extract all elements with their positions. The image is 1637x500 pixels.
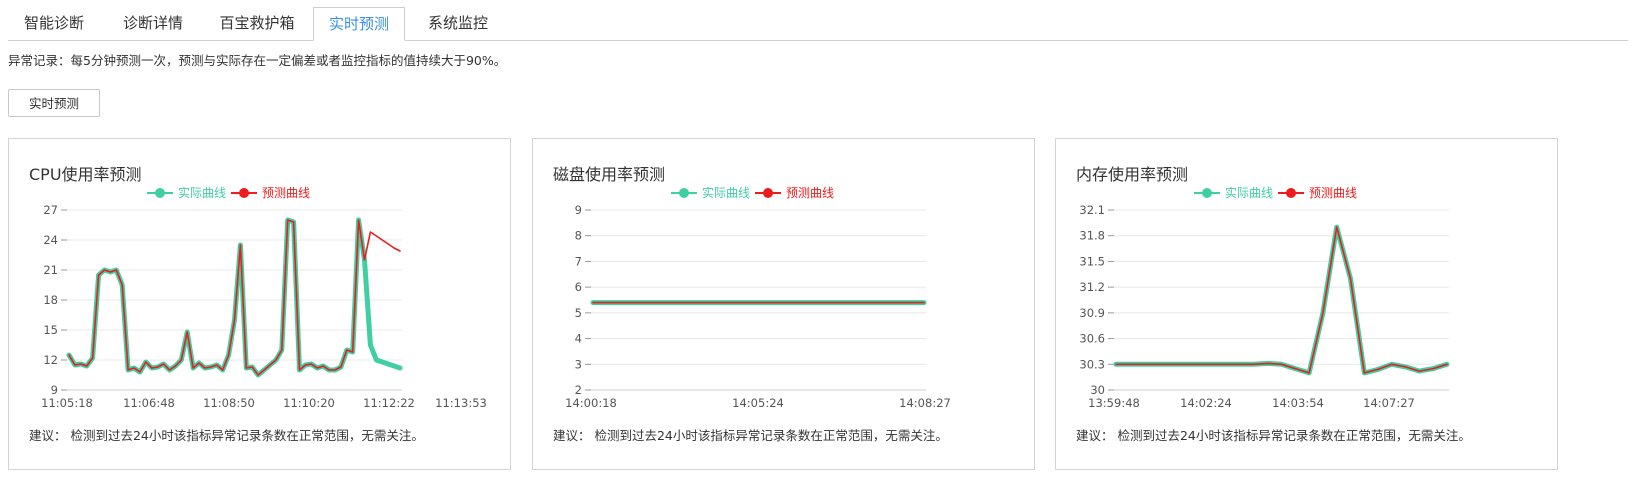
legend-actual-label: 实际曲线 bbox=[1225, 186, 1274, 200]
memory-chart: 32.1 31.8 31.5 31.2 30.9 30.6 30.3 3013:59:48 14… bbox=[1079, 203, 1450, 410]
y-tick-label: 31.2 bbox=[1079, 280, 1105, 294]
y-tick-label: 24 bbox=[43, 233, 58, 247]
y-tick-label: 8 bbox=[575, 229, 582, 243]
x-tick-label: 11:12:22 bbox=[363, 396, 415, 410]
cpu-prediction-panel: CPU使用率预测 27 24 21 18 15 12 9 11:05:18 11:06:48 11… bbox=[8, 138, 511, 470]
legend-predicted[interactable]: 预测曲线 bbox=[231, 185, 311, 201]
y-tick-label: 5 bbox=[575, 306, 582, 320]
x-tick-label: 11:10:20 bbox=[283, 396, 335, 410]
x-tick-label: 14:08:27 bbox=[899, 396, 951, 410]
tab-bar: 智能诊断 诊断详情 百宝救护箱 实时预测 系统监控 bbox=[8, 7, 1628, 41]
y-tick-label: 9 bbox=[51, 383, 58, 397]
y-tick-label: 4 bbox=[575, 332, 582, 346]
x-tick-label: 11:06:48 bbox=[123, 396, 175, 410]
legend-actual-label: 实际曲线 bbox=[178, 186, 227, 200]
y-tick-label: 3 bbox=[575, 357, 582, 371]
y-tick-label: 21 bbox=[43, 263, 58, 277]
tab-diagnosis-details[interactable]: 诊断详情 bbox=[112, 7, 194, 39]
y-tick-label: 27 bbox=[43, 203, 58, 217]
y-tick-label: 30.9 bbox=[1079, 306, 1105, 320]
legend-actual[interactable]: 实际曲线 bbox=[671, 185, 751, 201]
suggestion-text: 建议： 检测到过去24小时该指标异常记录条数在正常范围，无需关注。 bbox=[29, 428, 424, 443]
y-tick-label: 30.3 bbox=[1079, 357, 1105, 371]
anomaly-notice: 异常记录：每5分钟预测一次，预测与实际存在一定偏差或者监控指标的值持续大于90%… bbox=[8, 53, 507, 68]
x-tick-label: 11:08:50 bbox=[203, 396, 255, 410]
x-tick-label: 14:02:24 bbox=[1180, 396, 1232, 410]
x-tick-label: 11:05:18 bbox=[41, 396, 93, 410]
legend-predicted-label: 预测曲线 bbox=[786, 186, 835, 200]
y-tick-label: 2 bbox=[575, 383, 582, 397]
suggestion-text: 建议： 检测到过去24小时该指标异常记录条数在正常范围，无需关注。 bbox=[553, 428, 948, 443]
y-tick-label: 6 bbox=[575, 280, 582, 294]
disk-prediction-panel: 磁盘使用率预测 9 8 7 6 5 4 3 2 14:00:18 14:05:24 14:08:27… bbox=[532, 138, 1035, 470]
disk-chart: 9 8 7 6 5 4 3 214:00:18 14:05:24 14:08:27 bbox=[565, 203, 951, 410]
legend-predicted[interactable]: 预测曲线 bbox=[1278, 185, 1358, 201]
y-tick-label: 12 bbox=[43, 353, 58, 367]
x-tick-label: 14:03:54 bbox=[1272, 396, 1324, 410]
tab-smart-diagnosis[interactable]: 智能诊断 bbox=[16, 7, 92, 39]
legend-predicted-label: 预测曲线 bbox=[1309, 186, 1358, 200]
series-predicted-line bbox=[1115, 226, 1448, 374]
x-tick-label: 14:07:27 bbox=[1363, 396, 1415, 410]
y-tick-label: 31.8 bbox=[1079, 229, 1105, 243]
x-tick-label: 14:05:24 bbox=[732, 396, 784, 410]
x-tick-label: 14:00:18 bbox=[565, 396, 617, 410]
legend-actual[interactable]: 实际曲线 bbox=[147, 185, 227, 201]
legend-actual[interactable]: 实际曲线 bbox=[1194, 185, 1274, 201]
y-tick-label: 31.5 bbox=[1079, 254, 1105, 268]
y-tick-label: 9 bbox=[575, 203, 582, 217]
cpu-chart: 27 24 21 18 15 12 911:05:18 11:06:48 11:08:50 11:… bbox=[41, 203, 487, 410]
y-tick-label: 30 bbox=[1090, 383, 1105, 397]
tab-toolbox[interactable]: 百宝救护箱 bbox=[208, 7, 306, 39]
memory-prediction-panel: 内存使用率预测 32.1 31.8 31.5 31.2 30.9 30.6 30.3 30 13… bbox=[1055, 138, 1558, 470]
y-tick-label: 15 bbox=[43, 323, 58, 337]
x-tick-label: 13:59:48 bbox=[1088, 396, 1140, 410]
series-actual-line bbox=[1113, 224, 1450, 376]
tab-realtime-prediction[interactable]: 实时预测 bbox=[313, 7, 405, 41]
y-tick-label: 7 bbox=[575, 254, 582, 268]
realtime-predict-button[interactable]: 实时预测 bbox=[8, 89, 100, 117]
legend-predicted-label: 预测曲线 bbox=[262, 186, 311, 200]
x-tick-label: 11:13:53 bbox=[435, 396, 487, 410]
tab-system-monitor[interactable]: 系统监控 bbox=[418, 7, 498, 39]
legend-actual-label: 实际曲线 bbox=[702, 186, 751, 200]
y-tick-label: 18 bbox=[43, 293, 58, 307]
legend-predicted[interactable]: 预测曲线 bbox=[755, 185, 835, 201]
y-tick-label: 30.6 bbox=[1079, 332, 1105, 346]
suggestion-text: 建议： 检测到过去24小时该指标异常记录条数在正常范围，无需关注。 bbox=[1076, 428, 1471, 443]
y-tick-label: 32.1 bbox=[1079, 203, 1105, 217]
